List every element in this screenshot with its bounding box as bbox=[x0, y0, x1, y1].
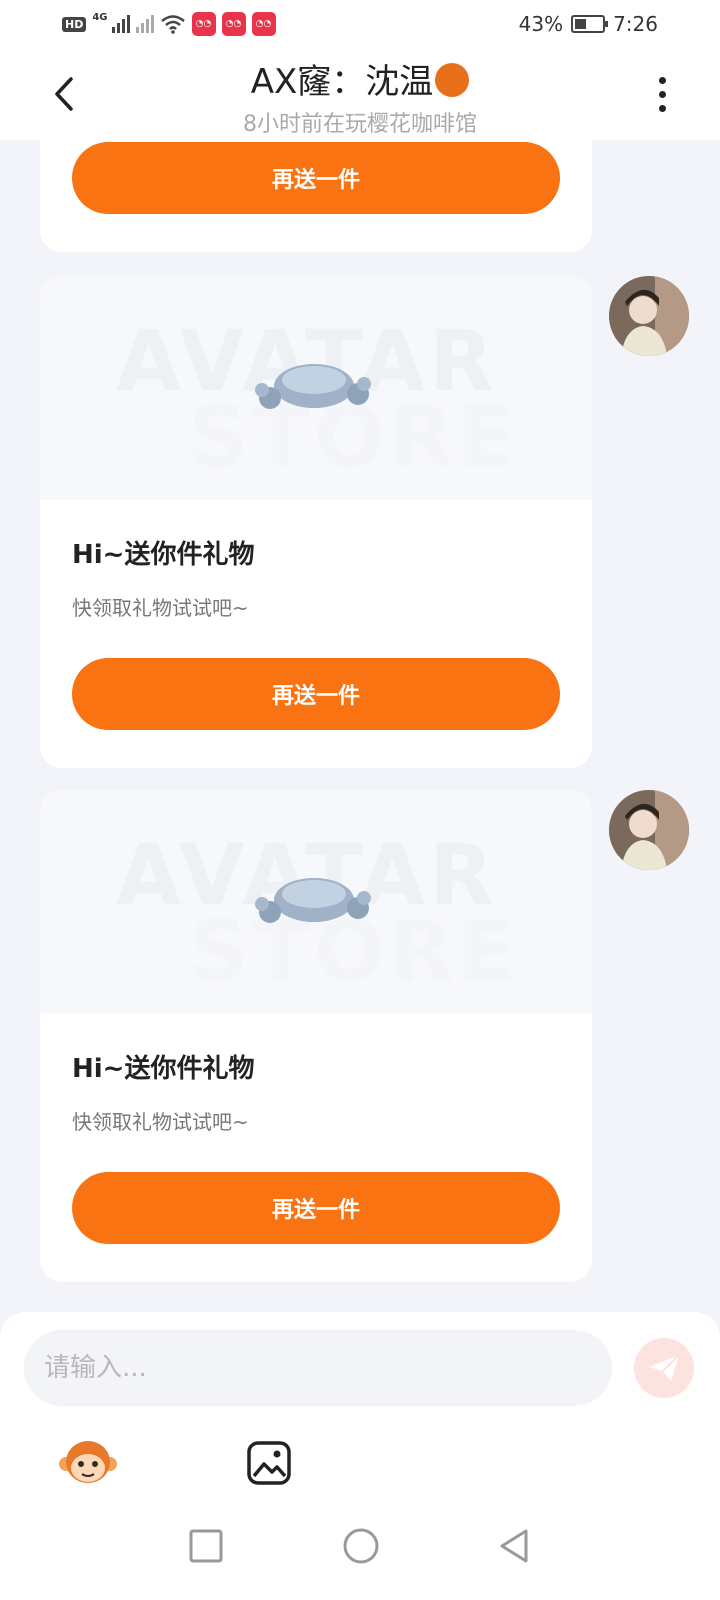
user-photo bbox=[609, 276, 689, 356]
message-composer bbox=[0, 1312, 720, 1490]
chat-title-text: AX窿：沈温 bbox=[250, 62, 434, 102]
app-notification-icon: ◔◔ bbox=[251, 12, 276, 36]
avatar[interactable] bbox=[609, 276, 689, 356]
gift-message-title: Hi~送你件礼物 bbox=[72, 540, 255, 570]
message-list[interactable]: 再送一件 AVATAR STORE Hi~送你件礼物 快领取礼物试试吧~ 再送一… bbox=[0, 140, 720, 1310]
network-type: 4G bbox=[92, 12, 108, 23]
system-nav-bar bbox=[0, 1490, 720, 1600]
image-icon bbox=[247, 1441, 291, 1485]
chat-subtitle: 8小时前在玩樱花咖啡馆 bbox=[243, 112, 477, 137]
status-right: 43% 7:26 bbox=[519, 12, 658, 36]
monkey-emoji-icon bbox=[59, 1441, 117, 1483]
wifi-icon bbox=[160, 15, 185, 34]
gift-preview[interactable]: AVATAR STORE bbox=[40, 276, 592, 500]
orangutan-emoji-icon bbox=[435, 63, 470, 97]
emoji-button[interactable] bbox=[58, 1438, 118, 1486]
recents-button[interactable] bbox=[186, 1526, 226, 1566]
battery-percent: 43% bbox=[518, 12, 564, 36]
resend-gift-button[interactable]: 再送一件 bbox=[72, 142, 560, 214]
resend-gift-button[interactable]: 再送一件 bbox=[72, 658, 560, 730]
message-input[interactable] bbox=[24, 1330, 612, 1406]
gift-item-image bbox=[255, 364, 371, 409]
more-vertical-icon bbox=[658, 76, 666, 84]
user-photo bbox=[609, 790, 689, 870]
more-options-button[interactable] bbox=[648, 74, 676, 114]
battery-icon bbox=[571, 15, 609, 33]
signal-icon bbox=[111, 15, 130, 33]
status-bar: HD 4G ◔◔ ◔◔ ◔◔ 43% 7:26 bbox=[0, 0, 720, 48]
image-picker-button[interactable] bbox=[246, 1440, 292, 1486]
gift-message-desc: 快领取礼物试试吧~ bbox=[72, 596, 249, 620]
gift-message-card: AVATAR STORE Hi~送你件礼物 快领取礼物试试吧~ 再送一件 bbox=[40, 276, 592, 768]
gift-message-card: 再送一件 bbox=[40, 140, 592, 252]
back-icon bbox=[500, 1529, 528, 1563]
signal-2-icon bbox=[135, 15, 154, 33]
recents-icon bbox=[189, 1529, 223, 1563]
status-left: HD 4G ◔◔ ◔◔ ◔◔ bbox=[62, 12, 276, 36]
gift-message-desc: 快领取礼物试试吧~ bbox=[72, 1110, 249, 1134]
chat-header: AX窿：沈温 8小时前在玩樱花咖啡馆 bbox=[0, 48, 720, 140]
send-icon bbox=[649, 1354, 680, 1381]
app-notification-icon: ◔◔ bbox=[221, 12, 246, 36]
hd-badge: HD bbox=[62, 16, 87, 32]
home-icon bbox=[343, 1528, 379, 1564]
gift-item-image bbox=[255, 878, 371, 923]
gift-preview[interactable]: AVATAR STORE bbox=[40, 790, 592, 1014]
home-button[interactable] bbox=[341, 1526, 381, 1566]
gift-message-title: Hi~送你件礼物 bbox=[72, 1054, 255, 1084]
send-button[interactable] bbox=[634, 1338, 694, 1398]
avatar[interactable] bbox=[609, 790, 689, 870]
system-back-button[interactable] bbox=[494, 1526, 534, 1566]
gift-message-card: AVATAR STORE Hi~送你件礼物 快领取礼物试试吧~ 再送一件 bbox=[40, 790, 592, 1282]
clock: 7:26 bbox=[613, 12, 658, 36]
app-notification-icon: ◔◔ bbox=[191, 12, 216, 36]
resend-gift-button[interactable]: 再送一件 bbox=[72, 1172, 560, 1244]
chat-title: AX窿：沈温 bbox=[0, 54, 720, 103]
